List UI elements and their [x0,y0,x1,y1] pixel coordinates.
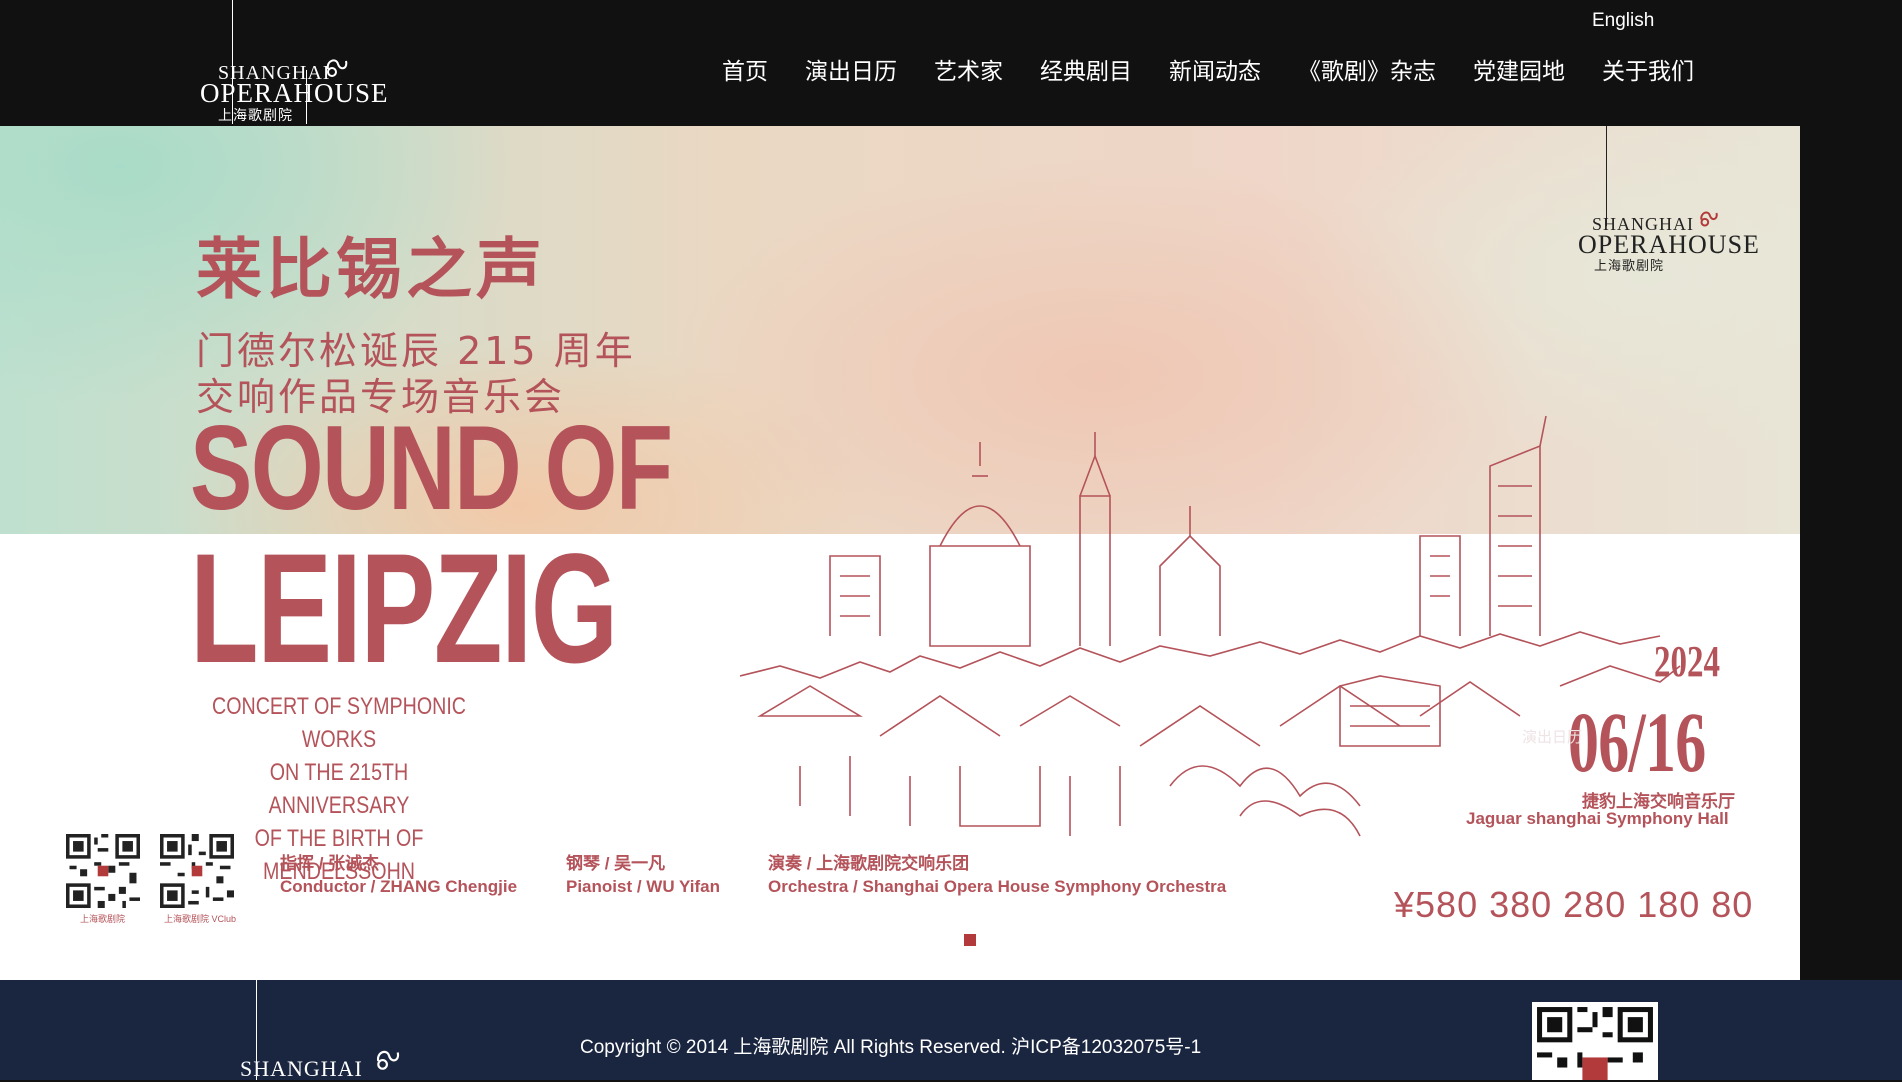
banner-en-description-line: CONCERT OF SYMPHONIC WORKS [211,693,467,753]
hero-banner[interactable]: 莱比锡之声 门德尔松诞辰 215 周年 交响作品专场音乐会 SOUND OF L… [0,126,1800,980]
banner-ghost-text: 演出日历 [1522,729,1583,746]
copyright-text: Copyright © 2014 上海歌剧院 All Rights Reserv… [580,1037,1202,1058]
event-year: 2024 [1654,637,1720,686]
site-header: SHANGHAI OPERAHOUSE 上海歌剧院 English 首页 演出日… [0,0,1902,126]
banner-logo-stem [1606,126,1607,226]
event-date: 06/16 [1568,694,1706,790]
credit-orchestra-en: Orchestra / Shanghai Opera House Symphon… [768,877,1227,896]
banner-cn-title: 莱比锡之声 [196,231,546,308]
banner-en-description-line: ON THE 215TH ANNIVERSARY [268,759,410,819]
footer-logo-swirl-icon [376,1050,400,1070]
main-nav: 首页 演出日历 艺术家 经典剧目 新闻动态 《歌剧》杂志 党建园地 关于我们 [722,52,1731,86]
nav-item-about[interactable]: 关于我们 [1602,52,1694,86]
banner-logo-swirl-icon [1700,211,1718,227]
footer-qr-code [1532,1002,1658,1080]
ticket-prices: ¥580 380 280 180 80 [1394,884,1754,925]
nav-item-calendar[interactable]: 演出日历 [805,52,897,86]
qr-code-opera-house [66,834,140,908]
credit-pianist: 钢琴 / 吴一凡 Pianoist / WU Yifan [566,852,720,898]
nav-item-home[interactable]: 首页 [722,52,768,86]
logo-line-3: 上海歌剧院 [218,108,293,124]
credit-conductor-en: Conductor / ZHANG Chengjie [280,877,518,896]
nav-item-repertoire[interactable]: 经典剧目 [1040,52,1132,86]
logo-swirl-icon [326,59,348,77]
qr-caption-vclub: 上海歌剧院 VClub [164,914,237,924]
nav-item-artists[interactable]: 艺术家 [934,52,1003,86]
banner-logo-line-3: 上海歌剧院 [1594,259,1665,274]
site-logo[interactable]: SHANGHAI OPERAHOUSE 上海歌剧院 [200,0,388,126]
banner-en-title-1: SOUND OF [190,401,673,535]
carousel-indicator-dot[interactable] [964,934,976,946]
credit-orchestra: 演奏 / 上海歌剧院交响乐团 Orchestra / Shanghai Oper… [768,852,1226,898]
credit-pianist-cn: 钢琴 / 吴一凡 [566,854,666,873]
credit-orchestra-cn: 演奏 / 上海歌剧院交响乐团 [768,854,970,873]
footer-logo-text[interactable]: SHANGHAI [240,1056,363,1082]
site-footer: SHANGHAI Copyright © 2014 上海歌剧院 All Righ… [0,980,1902,1082]
footer-qr-code-image [1532,1002,1658,1080]
banner-logo: SHANGHAI OPERAHOUSE 上海歌剧院 [1570,126,1770,326]
nav-item-news[interactable]: 新闻动态 [1169,52,1261,86]
venue-en: Jaguar shanghai Symphony Hall [1466,809,1729,828]
language-switch-link[interactable]: English [1592,10,1654,32]
nav-item-party-building[interactable]: 党建园地 [1473,52,1565,86]
credit-conductor-cn: 指挥 / 张诚杰 [280,854,380,873]
nav-item-magazine[interactable]: 《歌剧》杂志 [1298,52,1436,86]
credit-conductor: 指挥 / 张诚杰 Conductor / ZHANG Chengjie [280,852,517,898]
banner-en-title-2: LEIPZIG [190,522,618,696]
qr-caption-opera-house: 上海歌剧院 [80,914,126,924]
credit-pianist-en: Pianoist / WU Yifan [566,877,720,896]
right-dark-gutter [1800,126,1902,980]
qr-code-vclub [160,834,234,908]
